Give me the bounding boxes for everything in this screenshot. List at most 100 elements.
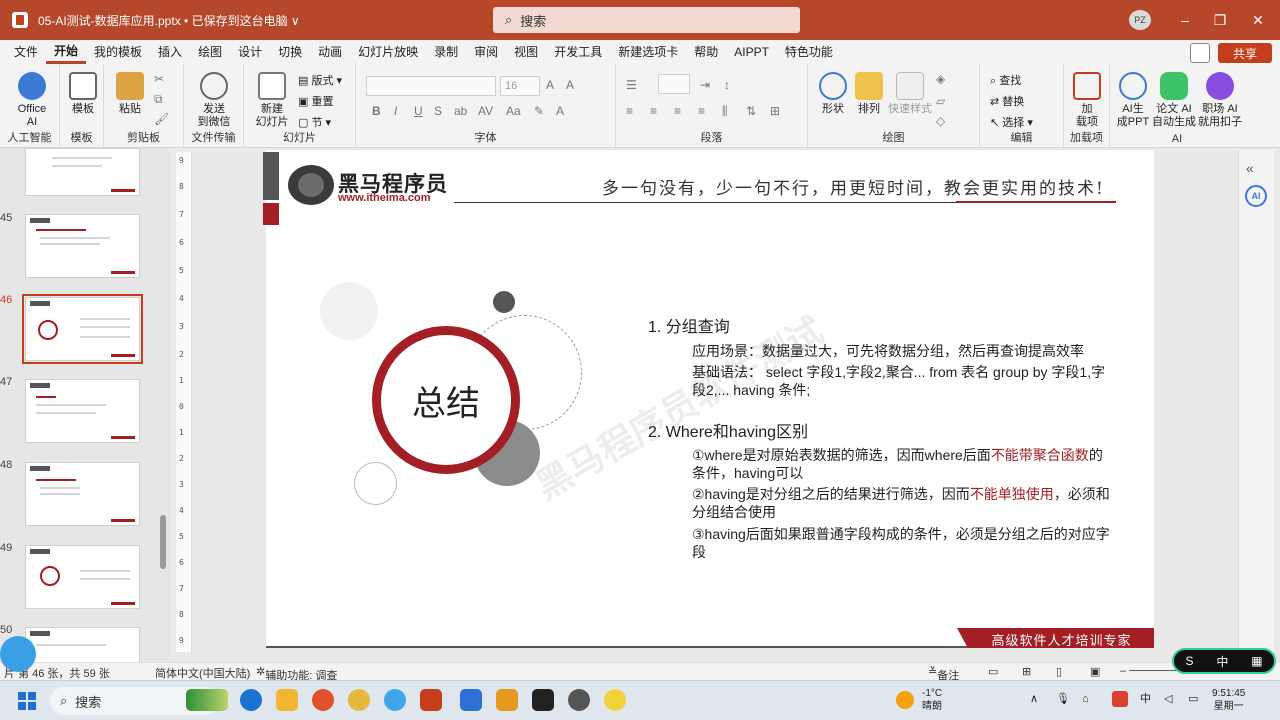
tray-chevron-icon[interactable]: ∧	[1030, 693, 1038, 706]
find-button[interactable]: ⌕ 查找	[990, 72, 1021, 88]
tab-record[interactable]: 录制	[426, 40, 466, 64]
section-2-title[interactable]: 2. Where和having区别	[648, 418, 808, 442]
slide-thumbnail-49[interactable]	[25, 545, 140, 609]
char-spacing-icon[interactable]: AV	[478, 104, 493, 118]
paste-button[interactable]: 粘贴	[114, 72, 146, 116]
line-spacing-icon[interactable]: ↕	[724, 78, 730, 92]
slide-thumbnail-48[interactable]	[25, 462, 140, 526]
document-title[interactable]: 05-AI测试-数据库应用.pptx • 已保存到这台电脑 ∨	[38, 12, 300, 29]
workplace-ai-button[interactable]: 职场 AI 就用扣子	[1198, 72, 1242, 129]
section-1-syntax[interactable]: 基础语法： select 字段1,字段2,聚合... from 表名 group…	[692, 363, 1112, 399]
font-name-box[interactable]	[366, 76, 496, 96]
shape-outline-icon[interactable]: ▱	[936, 94, 945, 108]
normal-view-icon[interactable]: ▭	[988, 665, 998, 678]
tray-app-icon[interactable]	[1112, 691, 1128, 707]
addins-button[interactable]: 加 载项	[1072, 72, 1102, 129]
share-button[interactable]: 共享	[1218, 43, 1272, 63]
tab-file[interactable]: 文件	[6, 40, 46, 64]
template-button[interactable]: 模板	[68, 72, 98, 116]
battery-icon[interactable]: ▭	[1188, 693, 1198, 706]
thumbnail-scrollbar[interactable]	[160, 515, 166, 569]
tab-developer[interactable]: 开发工具	[546, 40, 610, 64]
tab-view[interactable]: 视图	[506, 40, 546, 64]
ai-ppt-button[interactable]: AI生 成PPT	[1116, 72, 1150, 129]
clock-app-icon[interactable]	[568, 689, 590, 711]
new-slide-button[interactable]: 新建 幻灯片	[250, 72, 294, 129]
indent-icon[interactable]: ⇥	[700, 78, 710, 92]
weather-widget[interactable]: -1°C 晴朗	[922, 687, 942, 713]
select-button[interactable]: ↖ 选择 ▾	[990, 114, 1033, 130]
slide-thumbnail-44[interactable]	[25, 148, 140, 196]
tab-aippt[interactable]: AIPPT	[726, 40, 777, 64]
difference-point-3[interactable]: ③having后面如果跟普通字段构成的条件，必须是分组之后的对应字段	[692, 525, 1112, 561]
bold-icon[interactable]: B	[372, 104, 381, 118]
datagrip-icon[interactable]	[532, 689, 554, 711]
comment-icon[interactable]	[1190, 43, 1210, 63]
tab-animations[interactable]: 动画	[310, 40, 350, 64]
side-ai-icon[interactable]: AI	[1245, 185, 1267, 207]
bullets-button[interactable]	[658, 74, 690, 94]
system-clock[interactable]: 9:51:45 星期一	[1212, 687, 1245, 713]
powerpoint-taskbar-icon[interactable]	[420, 689, 442, 711]
send-to-wechat-button[interactable]: 发送 到微信	[192, 72, 236, 129]
layout-button[interactable]: ▤ 版式 ▾	[298, 72, 342, 88]
font-color-icon[interactable]: A	[556, 104, 564, 118]
network-icon[interactable]: ⌂	[1082, 693, 1089, 706]
italic-icon[interactable]: I	[394, 104, 397, 118]
collapse-pane-icon[interactable]: «	[1246, 160, 1254, 176]
floating-assistant-icon[interactable]	[0, 636, 36, 672]
difference-point-1[interactable]: ①where是对原始表数据的筛选，因而where后面不能带聚合函数的条件，hav…	[692, 446, 1112, 482]
slideshow-view-icon[interactable]: ▣	[1090, 665, 1100, 678]
decrease-font-icon[interactable]: A	[566, 78, 574, 92]
misc-app-icon[interactable]	[604, 689, 626, 711]
shadow-icon[interactable]: S	[434, 104, 442, 118]
tab-insert[interactable]: 插入	[150, 40, 190, 64]
firefox-icon[interactable]	[312, 689, 334, 711]
slide-thumbnail-50[interactable]	[25, 627, 140, 662]
office-ai-button[interactable]: Office AI	[10, 72, 54, 129]
difference-point-2[interactable]: ②having是对分组之后的结果进行筛选，因而不能单独使用，必须和分组结合使用	[692, 485, 1112, 521]
section-1-title[interactable]: 1. 分组查询	[648, 313, 730, 337]
cut-icon[interactable]: ✂	[154, 72, 164, 86]
tab-special[interactable]: 特色功能	[777, 40, 841, 64]
chrome-icon[interactable]	[348, 689, 370, 711]
text-direction-icon[interactable]: ⇅	[746, 104, 756, 118]
highlight-icon[interactable]: ✎	[534, 104, 544, 118]
copy-icon[interactable]: ⧉	[154, 92, 163, 107]
edge-browser-icon[interactable]	[240, 689, 262, 711]
tab-design[interactable]: 设计	[230, 40, 270, 64]
font-size-box[interactable]: 16	[500, 76, 540, 96]
reading-view-icon[interactable]: ▯	[1056, 665, 1062, 678]
weather-icon[interactable]	[896, 691, 914, 709]
shape-fill-icon[interactable]: ◈	[936, 72, 945, 86]
ime-tray-icon[interactable]: 中	[1140, 693, 1151, 706]
columns-icon[interactable]: ⫼	[722, 104, 728, 119]
file-explorer-icon[interactable]	[276, 689, 298, 711]
tab-slideshow[interactable]: 幻灯片放映	[350, 40, 426, 64]
close-icon[interactable]: ✕	[1248, 10, 1268, 30]
slide-thumbnail-46[interactable]	[22, 294, 143, 364]
volume-icon[interactable]: ◁	[1164, 693, 1172, 706]
paper-ai-button[interactable]: 论文 AI 自动生成	[1152, 72, 1196, 129]
align-center-icon[interactable]: ≡	[650, 104, 657, 118]
tab-transitions[interactable]: 切换	[270, 40, 310, 64]
align-left-icon[interactable]: ≡	[626, 104, 633, 118]
increase-font-icon[interactable]: A	[546, 78, 554, 92]
tab-my-templates[interactable]: 我的模板	[86, 40, 150, 64]
quick-style-button[interactable]: 快速样式	[888, 72, 932, 116]
change-case-icon[interactable]: Aa	[506, 104, 521, 118]
ime-toolbar[interactable]: S 中 ▦	[1172, 648, 1276, 674]
slide-canvas[interactable]: 黑马程序员 www.itheima.com 多一句没有，少一句不行，用更短时间，…	[266, 150, 1154, 648]
reset-button[interactable]: ▣ 重置	[298, 93, 333, 109]
section-button[interactable]: ▢ 节 ▾	[298, 114, 331, 130]
slide-thumbnail-47[interactable]	[25, 379, 140, 443]
language-indicator[interactable]: 简体中文(中国大陆)	[155, 665, 250, 681]
summary-circle[interactable]: 总结	[372, 326, 520, 474]
replace-button[interactable]: ⇄ 替换	[990, 93, 1024, 109]
taskbar-banner-icon[interactable]	[186, 689, 228, 711]
user-avatar[interactable]: PZ	[1129, 10, 1151, 30]
slide-thumbnail-pane[interactable]: 45 46 47 48 49 50	[0, 148, 170, 662]
title-search-box[interactable]: ⌕ 搜索	[493, 7, 800, 33]
format-painter-icon[interactable]: 🖌	[154, 112, 169, 126]
underline-icon[interactable]: U	[414, 104, 423, 118]
